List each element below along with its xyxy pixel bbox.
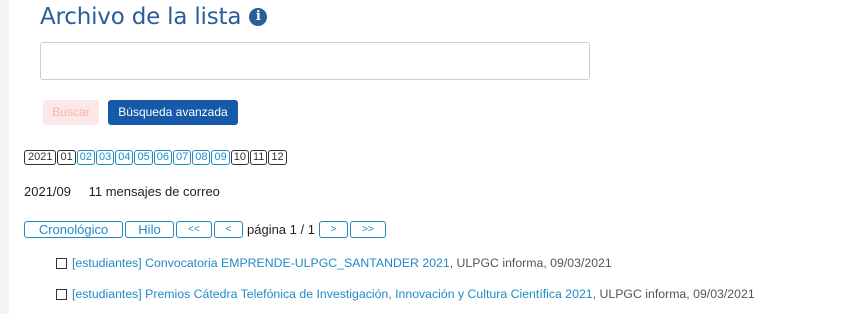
search-button[interactable]: Buscar <box>43 100 99 125</box>
next-page-button[interactable]: > <box>318 221 348 238</box>
message-checkbox[interactable] <box>56 257 67 269</box>
list-item: [estudiantes] Convocatoria EMPRENDE-ULPG… <box>56 256 612 270</box>
page-title-text: Archivo de la lista <box>40 4 242 30</box>
month-09[interactable]: 09 <box>211 150 230 165</box>
left-sidebar-edge <box>0 0 9 314</box>
month-04[interactable]: 04 <box>115 150 134 165</box>
message-checkbox[interactable] <box>56 288 67 300</box>
info-icon[interactable]: i <box>249 8 268 26</box>
message-subject-link[interactable]: [estudiantes] Premios Cátedra Telefónica… <box>72 287 593 301</box>
thread-view-button[interactable]: Hilo <box>125 221 174 238</box>
month-05[interactable]: 05 <box>134 150 153 165</box>
advanced-search-button[interactable]: Búsqueda avanzada <box>108 100 238 125</box>
month-selector: 2021 01 02 03 04 05 06 07 08 09 10 11 12 <box>24 150 287 165</box>
month-01: 01 <box>57 150 76 165</box>
message-meta: , ULPGC informa, 09/03/2021 <box>449 256 612 270</box>
month-10: 10 <box>230 150 249 165</box>
archive-summary: 2021/09 11 mensajes de correo <box>24 184 220 199</box>
page-indicator: página 1 / 1 <box>247 222 315 237</box>
message-meta: , ULPGC informa, 09/03/2021 <box>592 287 755 301</box>
first-page-button[interactable]: << <box>176 221 212 238</box>
summary-message-count: 11 mensajes de correo <box>88 184 220 199</box>
year-label: 2021 <box>24 150 57 165</box>
chronological-view-button[interactable]: Cronológico <box>24 221 123 238</box>
month-06[interactable]: 06 <box>153 150 172 165</box>
pager: Cronológico Hilo << < página 1 / 1 > >> <box>24 221 388 238</box>
last-page-button[interactable]: >> <box>349 221 386 238</box>
month-03[interactable]: 03 <box>95 150 115 165</box>
month-12: 12 <box>268 150 287 165</box>
list-item: [estudiantes] Premios Cátedra Telefónica… <box>56 287 755 301</box>
summary-period: 2021/09 <box>24 184 71 199</box>
month-08[interactable]: 08 <box>192 150 211 165</box>
month-07[interactable]: 07 <box>172 150 192 165</box>
month-11: 11 <box>249 150 268 165</box>
message-subject-link[interactable]: [estudiantes] Convocatoria EMPRENDE-ULPG… <box>72 256 450 270</box>
previous-page-button[interactable]: < <box>214 221 243 238</box>
search-input[interactable] <box>40 42 590 80</box>
month-02[interactable]: 02 <box>76 150 95 165</box>
page-title: Archivo de la lista i <box>40 4 268 30</box>
